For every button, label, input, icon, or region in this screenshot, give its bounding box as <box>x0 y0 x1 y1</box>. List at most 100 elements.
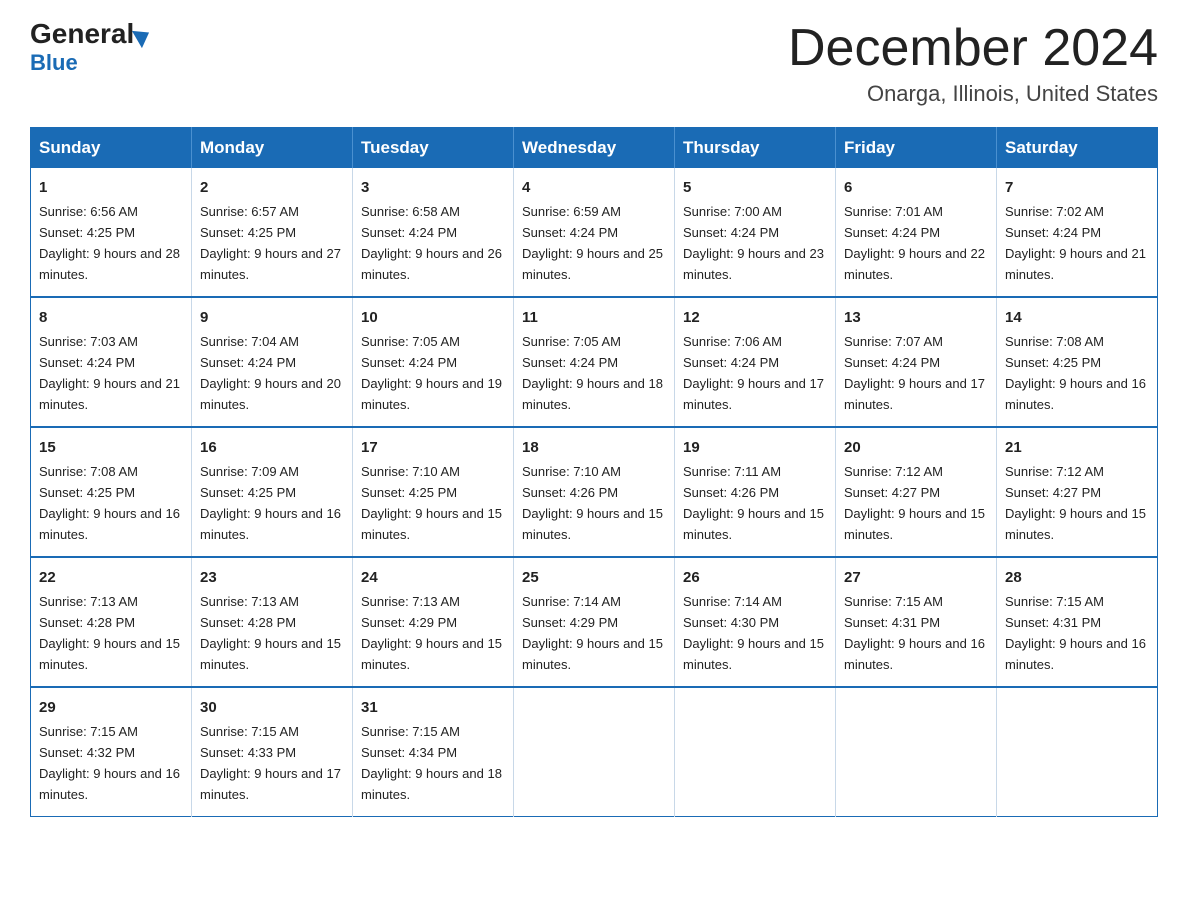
logo: General Blue <box>30 20 150 76</box>
table-row: 20 Sunrise: 7:12 AMSunset: 4:27 PMDaylig… <box>836 427 997 557</box>
table-row: 1 Sunrise: 6:56 AMSunset: 4:25 PMDayligh… <box>31 168 192 297</box>
table-row: 16 Sunrise: 7:09 AMSunset: 4:25 PMDaylig… <box>192 427 353 557</box>
title-block: December 2024 Onarga, Illinois, United S… <box>788 20 1158 107</box>
col-saturday: Saturday <box>997 128 1158 169</box>
calendar-week-row: 29 Sunrise: 7:15 AMSunset: 4:32 PMDaylig… <box>31 687 1158 816</box>
table-row: 7 Sunrise: 7:02 AMSunset: 4:24 PMDayligh… <box>997 168 1158 297</box>
day-info: Sunrise: 7:04 AMSunset: 4:24 PMDaylight:… <box>200 334 341 412</box>
day-number: 18 <box>522 436 666 459</box>
calendar-body: 1 Sunrise: 6:56 AMSunset: 4:25 PMDayligh… <box>31 168 1158 816</box>
logo-sub-text: Blue <box>30 50 78 76</box>
day-info: Sunrise: 7:14 AMSunset: 4:30 PMDaylight:… <box>683 594 824 672</box>
table-row: 14 Sunrise: 7:08 AMSunset: 4:25 PMDaylig… <box>997 297 1158 427</box>
day-number: 27 <box>844 566 988 589</box>
table-row: 3 Sunrise: 6:58 AMSunset: 4:24 PMDayligh… <box>353 168 514 297</box>
day-info: Sunrise: 6:58 AMSunset: 4:24 PMDaylight:… <box>361 204 502 282</box>
day-number: 11 <box>522 306 666 329</box>
day-info: Sunrise: 7:12 AMSunset: 4:27 PMDaylight:… <box>844 464 985 542</box>
calendar-week-row: 1 Sunrise: 6:56 AMSunset: 4:25 PMDayligh… <box>31 168 1158 297</box>
table-row: 28 Sunrise: 7:15 AMSunset: 4:31 PMDaylig… <box>997 557 1158 687</box>
col-monday: Monday <box>192 128 353 169</box>
day-number: 9 <box>200 306 344 329</box>
day-number: 4 <box>522 176 666 199</box>
day-number: 16 <box>200 436 344 459</box>
day-info: Sunrise: 7:15 AMSunset: 4:32 PMDaylight:… <box>39 724 180 802</box>
table-row: 13 Sunrise: 7:07 AMSunset: 4:24 PMDaylig… <box>836 297 997 427</box>
calendar-week-row: 8 Sunrise: 7:03 AMSunset: 4:24 PMDayligh… <box>31 297 1158 427</box>
table-row: 9 Sunrise: 7:04 AMSunset: 4:24 PMDayligh… <box>192 297 353 427</box>
day-info: Sunrise: 7:01 AMSunset: 4:24 PMDaylight:… <box>844 204 985 282</box>
table-row: 27 Sunrise: 7:15 AMSunset: 4:31 PMDaylig… <box>836 557 997 687</box>
day-info: Sunrise: 7:13 AMSunset: 4:28 PMDaylight:… <box>200 594 341 672</box>
table-row: 29 Sunrise: 7:15 AMSunset: 4:32 PMDaylig… <box>31 687 192 816</box>
table-row: 4 Sunrise: 6:59 AMSunset: 4:24 PMDayligh… <box>514 168 675 297</box>
day-info: Sunrise: 7:13 AMSunset: 4:29 PMDaylight:… <box>361 594 502 672</box>
day-info: Sunrise: 7:15 AMSunset: 4:33 PMDaylight:… <box>200 724 341 802</box>
day-number: 22 <box>39 566 183 589</box>
table-row: 23 Sunrise: 7:13 AMSunset: 4:28 PMDaylig… <box>192 557 353 687</box>
table-row: 15 Sunrise: 7:08 AMSunset: 4:25 PMDaylig… <box>31 427 192 557</box>
page-header: General Blue December 2024 Onarga, Illin… <box>30 20 1158 107</box>
calendar-week-row: 15 Sunrise: 7:08 AMSunset: 4:25 PMDaylig… <box>31 427 1158 557</box>
day-info: Sunrise: 7:00 AMSunset: 4:24 PMDaylight:… <box>683 204 824 282</box>
day-number: 28 <box>1005 566 1149 589</box>
logo-arrow-icon <box>132 23 154 47</box>
table-row: 8 Sunrise: 7:03 AMSunset: 4:24 PMDayligh… <box>31 297 192 427</box>
table-row: 19 Sunrise: 7:11 AMSunset: 4:26 PMDaylig… <box>675 427 836 557</box>
day-number: 26 <box>683 566 827 589</box>
day-number: 10 <box>361 306 505 329</box>
table-row: 30 Sunrise: 7:15 AMSunset: 4:33 PMDaylig… <box>192 687 353 816</box>
day-number: 20 <box>844 436 988 459</box>
day-number: 3 <box>361 176 505 199</box>
day-info: Sunrise: 7:10 AMSunset: 4:25 PMDaylight:… <box>361 464 502 542</box>
day-number: 14 <box>1005 306 1149 329</box>
table-row: 31 Sunrise: 7:15 AMSunset: 4:34 PMDaylig… <box>353 687 514 816</box>
day-number: 21 <box>1005 436 1149 459</box>
table-row: 2 Sunrise: 6:57 AMSunset: 4:25 PMDayligh… <box>192 168 353 297</box>
day-info: Sunrise: 7:08 AMSunset: 4:25 PMDaylight:… <box>39 464 180 542</box>
day-info: Sunrise: 6:56 AMSunset: 4:25 PMDaylight:… <box>39 204 180 282</box>
day-info: Sunrise: 7:10 AMSunset: 4:26 PMDaylight:… <box>522 464 663 542</box>
day-info: Sunrise: 7:12 AMSunset: 4:27 PMDaylight:… <box>1005 464 1146 542</box>
day-info: Sunrise: 7:13 AMSunset: 4:28 PMDaylight:… <box>39 594 180 672</box>
table-row: 18 Sunrise: 7:10 AMSunset: 4:26 PMDaylig… <box>514 427 675 557</box>
day-number: 1 <box>39 176 183 199</box>
calendar-week-row: 22 Sunrise: 7:13 AMSunset: 4:28 PMDaylig… <box>31 557 1158 687</box>
day-number: 12 <box>683 306 827 329</box>
col-thursday: Thursday <box>675 128 836 169</box>
day-info: Sunrise: 7:11 AMSunset: 4:26 PMDaylight:… <box>683 464 824 542</box>
day-info: Sunrise: 6:59 AMSunset: 4:24 PMDaylight:… <box>522 204 663 282</box>
day-number: 8 <box>39 306 183 329</box>
table-row <box>836 687 997 816</box>
table-row <box>997 687 1158 816</box>
col-wednesday: Wednesday <box>514 128 675 169</box>
day-number: 6 <box>844 176 988 199</box>
table-row: 12 Sunrise: 7:06 AMSunset: 4:24 PMDaylig… <box>675 297 836 427</box>
table-row <box>514 687 675 816</box>
day-number: 15 <box>39 436 183 459</box>
calendar-table: Sunday Monday Tuesday Wednesday Thursday… <box>30 127 1158 817</box>
col-friday: Friday <box>836 128 997 169</box>
day-number: 7 <box>1005 176 1149 199</box>
day-info: Sunrise: 7:15 AMSunset: 4:31 PMDaylight:… <box>844 594 985 672</box>
table-row: 17 Sunrise: 7:10 AMSunset: 4:25 PMDaylig… <box>353 427 514 557</box>
month-title: December 2024 <box>788 20 1158 77</box>
day-info: Sunrise: 7:14 AMSunset: 4:29 PMDaylight:… <box>522 594 663 672</box>
table-row: 26 Sunrise: 7:14 AMSunset: 4:30 PMDaylig… <box>675 557 836 687</box>
table-row: 22 Sunrise: 7:13 AMSunset: 4:28 PMDaylig… <box>31 557 192 687</box>
day-info: Sunrise: 7:07 AMSunset: 4:24 PMDaylight:… <box>844 334 985 412</box>
day-number: 25 <box>522 566 666 589</box>
day-number: 5 <box>683 176 827 199</box>
day-number: 13 <box>844 306 988 329</box>
day-info: Sunrise: 7:03 AMSunset: 4:24 PMDaylight:… <box>39 334 180 412</box>
day-info: Sunrise: 6:57 AMSunset: 4:25 PMDaylight:… <box>200 204 341 282</box>
col-sunday: Sunday <box>31 128 192 169</box>
table-row: 5 Sunrise: 7:00 AMSunset: 4:24 PMDayligh… <box>675 168 836 297</box>
day-number: 2 <box>200 176 344 199</box>
day-number: 24 <box>361 566 505 589</box>
day-info: Sunrise: 7:08 AMSunset: 4:25 PMDaylight:… <box>1005 334 1146 412</box>
day-info: Sunrise: 7:15 AMSunset: 4:31 PMDaylight:… <box>1005 594 1146 672</box>
day-info: Sunrise: 7:09 AMSunset: 4:25 PMDaylight:… <box>200 464 341 542</box>
table-row: 25 Sunrise: 7:14 AMSunset: 4:29 PMDaylig… <box>514 557 675 687</box>
day-number: 30 <box>200 696 344 719</box>
